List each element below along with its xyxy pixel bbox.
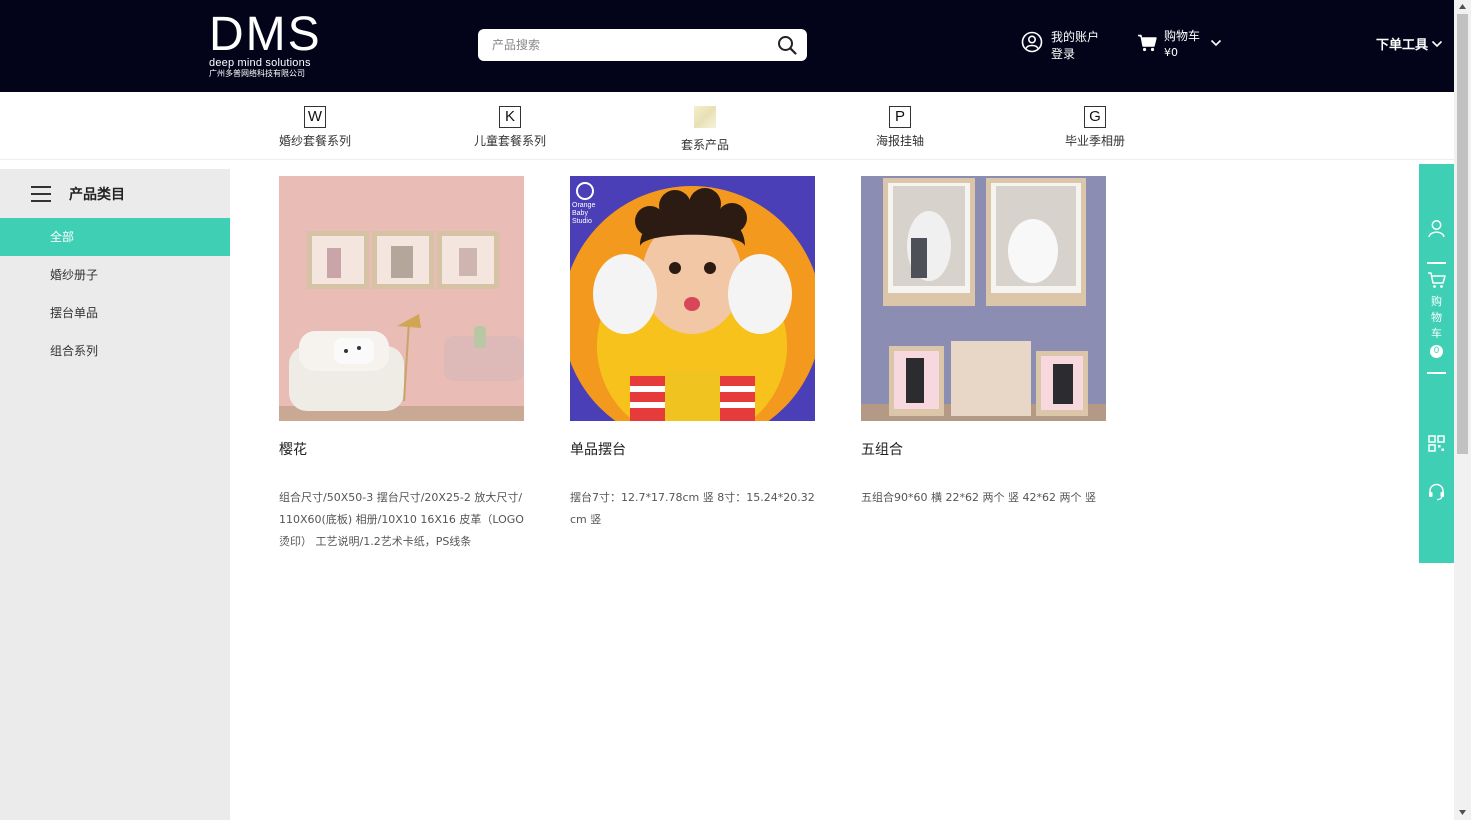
cart-label: 购物车 bbox=[1164, 29, 1201, 43]
search-input[interactable] bbox=[492, 36, 762, 54]
category-label: 毕业季相册 bbox=[1064, 134, 1125, 148]
category-badge: K bbox=[499, 106, 521, 128]
category-sets[interactable]: 套系产品 bbox=[660, 106, 750, 153]
product-image[interactable] bbox=[279, 176, 524, 421]
side-cart-count: 0 bbox=[1430, 345, 1443, 358]
qr-code-icon[interactable] bbox=[1427, 434, 1446, 453]
sidebar-title: 产品类目 bbox=[69, 186, 125, 203]
account-link[interactable]: 我的账户 登录 bbox=[1021, 29, 1099, 63]
sidebar-header: 产品类目 bbox=[0, 169, 230, 218]
page: DMS deep mind solutions 广州多普网络科技有限公司 我的账… bbox=[0, 0, 1471, 820]
product-description: 摆台7寸：12.7*17.78cm 竖 8寸：15.24*20.32cm 竖 bbox=[570, 491, 815, 526]
category-label: 海报挂轴 bbox=[875, 134, 924, 148]
cart-link[interactable]: 购物车 ¥0 bbox=[1137, 28, 1222, 62]
category-wedding[interactable]: W 婚纱套餐系列 bbox=[270, 106, 360, 149]
child-portrait-photo bbox=[570, 176, 815, 421]
side-cart-char: 物 bbox=[1431, 311, 1442, 324]
category-posters[interactable]: P 海报挂轴 bbox=[855, 106, 945, 149]
login-link[interactable]: 登录 bbox=[1051, 46, 1099, 63]
product-name[interactable]: 樱花 bbox=[279, 439, 524, 459]
product-description: 组合尺寸/50X50-3 摆台尺寸/20X25-2 放大尺寸/110X60(底板… bbox=[279, 491, 524, 548]
category-label: 套系产品 bbox=[680, 138, 729, 152]
user-circle-icon bbox=[1021, 31, 1043, 53]
category-graduation[interactable]: G 毕业季相册 bbox=[1050, 106, 1140, 149]
product-image[interactable] bbox=[861, 176, 1106, 421]
search-box bbox=[478, 29, 807, 61]
top-header: DMS deep mind solutions 广州多普网络科技有限公司 我的账… bbox=[0, 0, 1454, 92]
logo-text: DMS bbox=[209, 8, 322, 61]
category-badge: P bbox=[889, 106, 911, 128]
cart-icon bbox=[1138, 34, 1157, 52]
product-card[interactable]: 樱花 组合尺寸/50X50-3 摆台尺寸/20X25-2 放大尺寸/110X60… bbox=[279, 176, 524, 553]
studio-logo-text: Orange Baby Studio bbox=[572, 202, 596, 225]
living-room-photo bbox=[279, 176, 524, 421]
category-label: 儿童套餐系列 bbox=[473, 134, 546, 148]
category-badge: W bbox=[304, 106, 326, 128]
divider bbox=[1427, 372, 1446, 374]
product-name[interactable]: 五组合 bbox=[861, 439, 1106, 459]
account-label: 我的账户 bbox=[1051, 30, 1100, 44]
sidebar-item-combos[interactable]: 组合系列 bbox=[0, 332, 230, 370]
product-name[interactable]: 单品摆台 bbox=[570, 439, 815, 459]
side-cart-link[interactable]: 购 物 车 0 bbox=[1419, 294, 1454, 358]
logo[interactable]: DMS deep mind solutions 广州多普网络科技有限公司 bbox=[209, 8, 329, 85]
order-tools-menu[interactable]: 下单工具 bbox=[1376, 34, 1443, 53]
product-card[interactable]: 五组合 五组合90*60 横 22*62 两个 竖 42*62 两个 竖 bbox=[861, 176, 1106, 509]
floating-toolbar: 购 物 车 0 bbox=[1419, 164, 1454, 563]
scrollbar-thumb[interactable] bbox=[1457, 14, 1468, 454]
side-cart-char: 购 bbox=[1431, 295, 1442, 308]
chevron-down-icon[interactable] bbox=[1210, 37, 1222, 49]
vertical-scrollbar[interactable] bbox=[1454, 0, 1471, 820]
side-cart-char: 车 bbox=[1431, 327, 1442, 340]
sidebar-item-frames[interactable]: 摆台单品 bbox=[0, 294, 230, 332]
product-description: 五组合90*60 横 22*62 两个 竖 42*62 两个 竖 bbox=[861, 491, 1096, 504]
chevron-down-icon bbox=[1431, 40, 1443, 47]
headset-icon[interactable] bbox=[1427, 482, 1446, 501]
wedding-frames-photo bbox=[861, 176, 1106, 421]
search-icon[interactable] bbox=[777, 35, 797, 55]
cart-amount: ¥0 bbox=[1164, 46, 1178, 59]
category-sidebar: 产品类目 全部 婚纱册子 摆台单品 组合系列 bbox=[0, 169, 230, 820]
scroll-up-arrow-icon[interactable] bbox=[1458, 2, 1467, 11]
cart-icon[interactable] bbox=[1427, 271, 1446, 290]
order-tools-label: 下单工具 bbox=[1376, 38, 1429, 53]
category-badge-image bbox=[694, 106, 716, 128]
product-image[interactable]: Orange Baby Studio bbox=[570, 176, 815, 421]
scroll-down-arrow-icon[interactable] bbox=[1458, 808, 1467, 817]
category-label: 婚纱套餐系列 bbox=[278, 134, 351, 148]
sidebar-item-all[interactable]: 全部 bbox=[0, 218, 230, 256]
menu-icon[interactable] bbox=[30, 185, 52, 203]
divider bbox=[1427, 262, 1446, 264]
user-icon[interactable] bbox=[1427, 219, 1446, 238]
logo-company: 广州多普网络科技有限公司 bbox=[209, 69, 305, 78]
category-nav: W 婚纱套餐系列 K 儿童套餐系列 套系产品 P 海报挂轴 G 毕业季相册 bbox=[0, 92, 1454, 160]
category-badge: G bbox=[1084, 106, 1106, 128]
product-card[interactable]: Orange Baby Studio 单品摆台 摆台7寸：12.7*17.78c… bbox=[570, 176, 815, 531]
category-kids[interactable]: K 儿童套餐系列 bbox=[465, 106, 555, 149]
sidebar-item-wedding-albums[interactable]: 婚纱册子 bbox=[0, 256, 230, 294]
